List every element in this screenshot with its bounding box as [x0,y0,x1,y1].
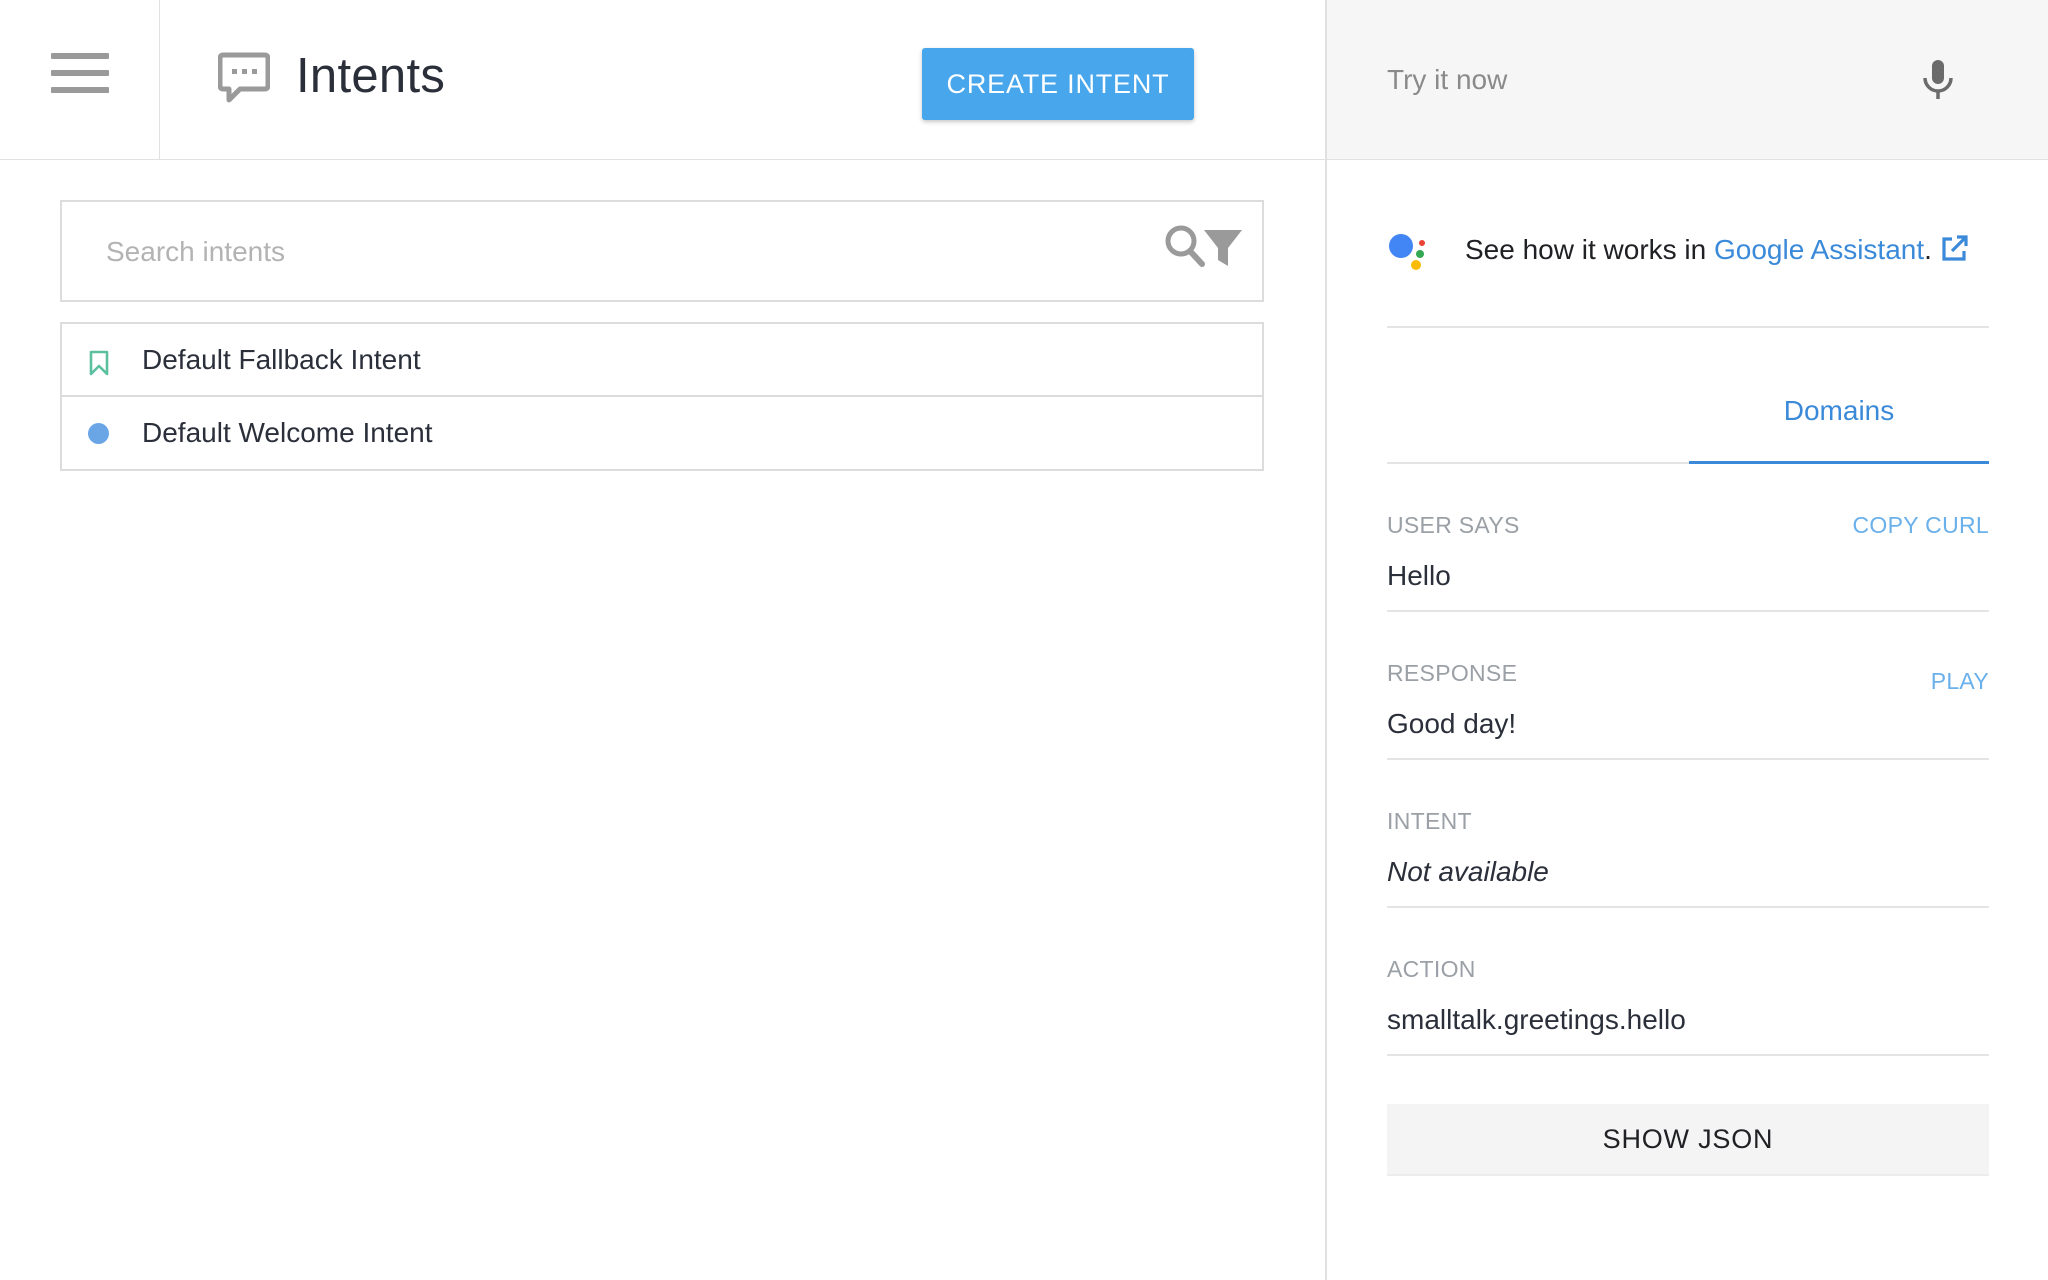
assistant-text: See how it works in Google Assistant. [1465,234,1932,265]
intent-field: INTENT Not available [1387,808,1989,908]
action-field: ACTION smalltalk.greetings.hello [1387,956,1989,1056]
intent-row-default-welcome[interactable]: Default Welcome Intent [62,397,1262,469]
page-header: Intents CREATE INTENT [160,0,1408,160]
create-intent-button[interactable]: CREATE INTENT [922,48,1194,120]
bookmark-icon [89,350,109,376]
intent-label: Default Welcome Intent [142,417,433,448]
hamburger-menu-icon[interactable] [50,52,109,93]
action-value: smalltalk.greetings.hello [1387,1004,1686,1035]
try-it-input[interactable] [1387,58,1887,102]
try-it-bar [1327,0,2048,160]
panel-tabs: Domains [1387,360,1989,464]
user-says-label: USER SAYS [1387,512,1520,538]
action-label: ACTION [1387,956,1476,982]
filter-icon[interactable] [1202,228,1244,270]
menu-column [0,0,160,160]
play-link[interactable]: PLAY [1931,668,1989,695]
google-assistant-link[interactable]: Google Assistant [1714,234,1924,265]
external-link-icon[interactable] [1939,234,1969,264]
show-json-button[interactable]: SHOW JSON [1387,1104,1989,1176]
intent-value: Not available [1387,856,1549,887]
copy-curl-link[interactable]: COPY CURL [1853,512,1989,539]
user-says-value: Hello [1387,560,1451,591]
page-title: Intents [296,49,446,103]
try-it-panel: See how it works in Google Assistant. Do… [1325,0,2048,1280]
intent-label: INTENT [1387,808,1472,834]
dot-icon [88,423,109,444]
microphone-icon[interactable] [1921,58,1955,102]
app-root: Intents CREATE INTENT Default Fallback I… [0,0,2048,1280]
intent-row-default-fallback[interactable]: Default Fallback Intent [62,324,1262,397]
response-label: RESPONSE [1387,660,1518,686]
response-value: Good day! [1387,708,1517,739]
search-bar [60,200,1264,302]
google-assistant-promo: See how it works in Google Assistant. [1387,232,1989,328]
response-field: RESPONSE PLAY Good day! [1387,660,1989,760]
tab-domains[interactable]: Domains [1689,360,1989,464]
intent-list: Default Fallback Intent Default Welcome … [60,322,1264,471]
user-says-field: USER SAYS COPY CURL Hello [1387,512,1989,612]
search-input[interactable] [106,226,1106,278]
intent-label: Default Fallback Intent [142,344,421,375]
chat-bubble-icon [218,52,270,103]
google-assistant-logo-icon [1389,234,1425,270]
